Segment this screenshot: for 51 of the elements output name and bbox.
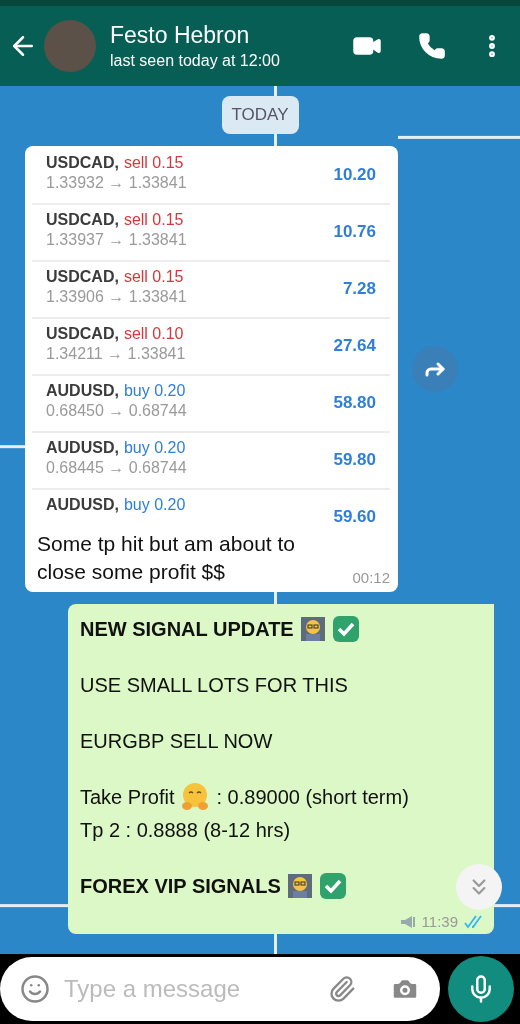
currency-pair: AUDUSD, — [46, 496, 119, 514]
message-field[interactable]: Type a message — [0, 957, 440, 1021]
order-type: buy 0.20 — [123, 496, 186, 514]
message-text: USE SMALL LOTS FOR THIS — [80, 673, 348, 697]
profit-value: 27.64 — [333, 336, 376, 356]
last-seen: last seen today at 12:00 — [110, 52, 281, 70]
teacher-emoji-icon — [299, 616, 326, 642]
currency-pair: AUDUSD, — [46, 382, 119, 400]
attach-icon[interactable] — [328, 975, 356, 1003]
currency-pair: AUDUSD, — [46, 439, 119, 457]
profit-value: 58.80 — [333, 393, 376, 413]
date-badge: TODAY — [221, 96, 299, 134]
megaphone-icon — [399, 914, 416, 929]
profit-value: 59.60 — [333, 507, 376, 524]
message-input[interactable]: Type a message — [62, 974, 316, 1004]
check-mark-icon — [331, 615, 360, 643]
phone-icon[interactable] — [418, 32, 446, 60]
price-range: 1.33906 → 1.33841 — [46, 288, 188, 306]
message-time: 11:39 — [421, 913, 458, 930]
message-text: NEW SIGNAL UPDATE — [80, 617, 294, 641]
price-range: 1.33932 → 1.33841 — [46, 174, 188, 192]
profit-value: 7.28 — [342, 279, 376, 299]
message-text: EURGBP SELL NOW — [80, 729, 273, 753]
price-range: 1.34211 → 1.33841 — [46, 345, 187, 363]
currency-pair: USDCAD, — [46, 325, 119, 343]
message-text: Take Profit — [80, 785, 175, 809]
order-type: sell 0.15 — [123, 154, 184, 172]
emoji-icon[interactable] — [20, 974, 50, 1004]
order-type: buy 0.20 — [123, 439, 186, 457]
hugging-face-icon — [180, 782, 211, 812]
price-range: 0.68450 → 0.68744 — [46, 402, 188, 420]
currency-pair: USDCAD, — [46, 211, 119, 229]
message-text: : 0.89000 (short term) — [216, 785, 409, 809]
profit-value: 59.80 — [333, 450, 376, 470]
check-mark-icon — [318, 872, 347, 900]
teacher-emoji-icon — [286, 873, 313, 899]
message-time: 00:12 — [352, 569, 390, 586]
order-type: sell 0.10 — [123, 325, 184, 343]
order-type: sell 0.15 — [123, 211, 184, 229]
message-text: Some tp hit but am about to close some profit $$ — [37, 531, 296, 585]
message-text: Tp 2 : 0.8888 (8-12 hrs) — [80, 818, 291, 842]
currency-pair: USDCAD, — [46, 154, 119, 172]
order-type: buy 0.20 — [123, 382, 186, 400]
order-type: sell 0.15 — [123, 268, 184, 286]
price-range: 1.33937 → 1.33841 — [46, 231, 188, 249]
profit-value: 10.76 — [333, 222, 376, 242]
message-text: FOREX VIP SIGNALS — [80, 874, 281, 898]
profit-value: 10.20 — [333, 165, 376, 185]
price-range: 0.68445 → 0.68744 — [46, 459, 188, 477]
currency-pair: USDCAD, — [46, 268, 119, 286]
contact-name: Festo Hebron — [110, 22, 251, 49]
